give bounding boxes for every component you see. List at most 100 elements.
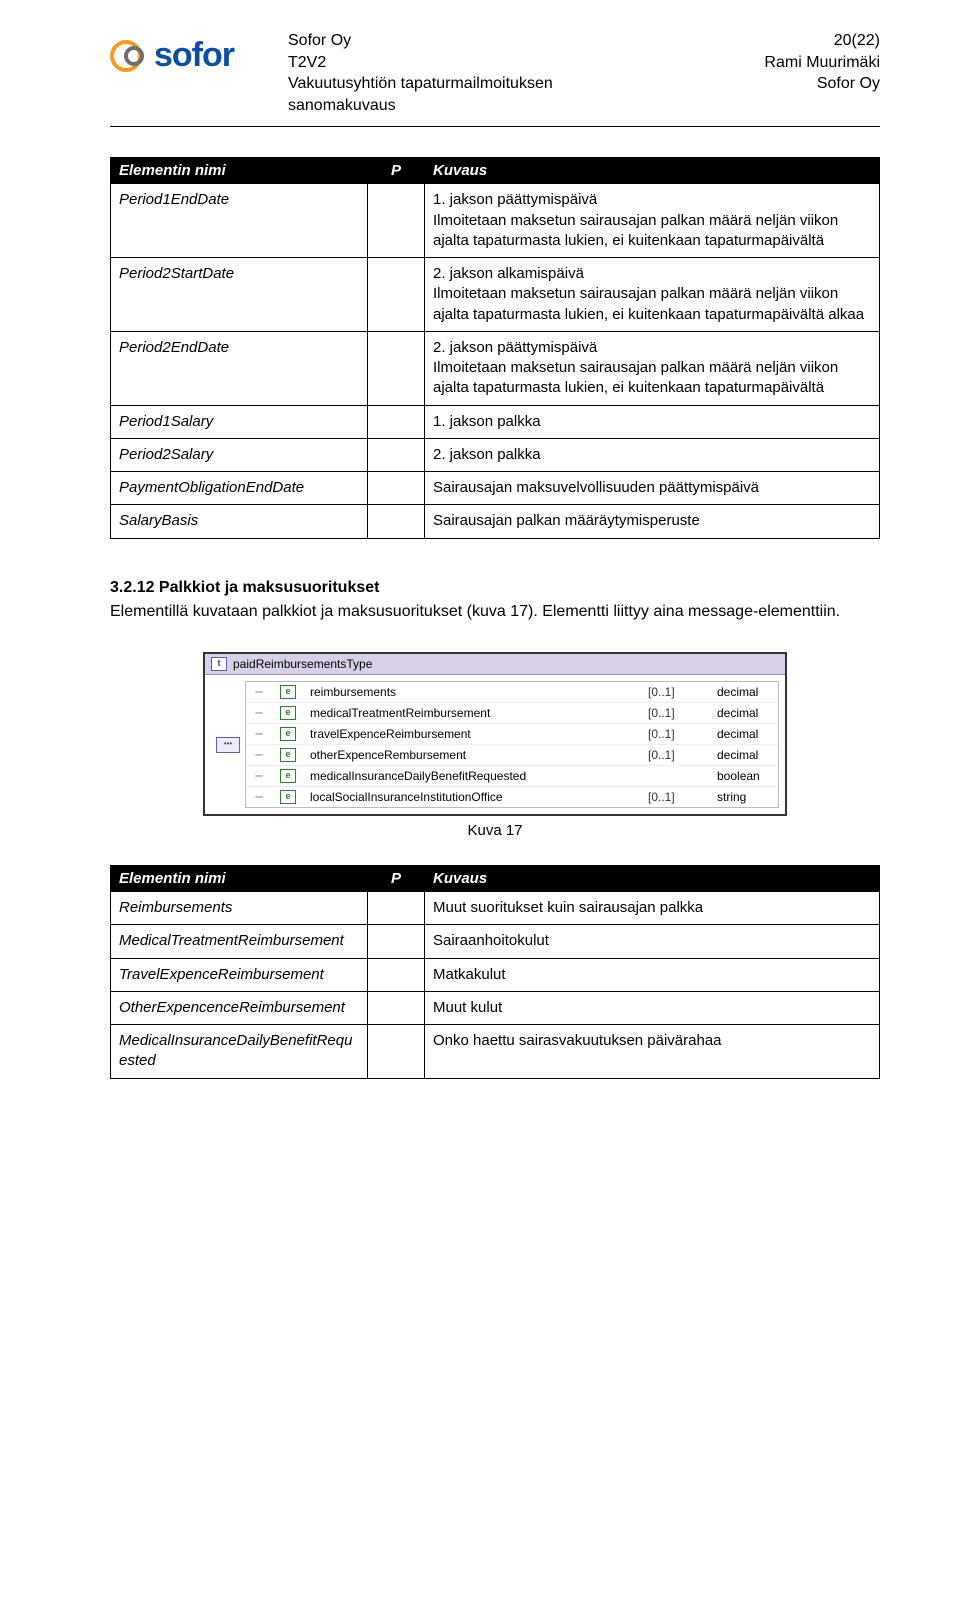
element-p (368, 438, 425, 471)
element-name: SalaryBasis (111, 505, 368, 538)
branch-icon: ─ (252, 748, 266, 762)
col-header-p: P (368, 866, 425, 892)
author-name: Rami Muurimäki (764, 52, 880, 74)
schema-cardinality: [0..1] (648, 706, 703, 720)
element-desc: Onko haettu sairasvakuutuksen päivärahaa (425, 1025, 880, 1079)
schema-element-name: otherExpenceRembursement (310, 748, 634, 762)
schema-row: ─elocalSocialInsuranceInstitutionOffice[… (246, 786, 778, 807)
section-body: Elementillä kuvataan palkkiot ja maksusu… (110, 601, 880, 623)
element-p (368, 505, 425, 538)
element-desc: Muut kulut (425, 991, 880, 1024)
header-divider (110, 126, 880, 127)
schema-element-name: reimbursements (310, 685, 634, 699)
header-center: Sofor Oy T2V2 Vakuutusyhtiön tapaturmail… (254, 30, 744, 116)
element-name: Reimbursements (111, 892, 368, 925)
schema-cardinality: [0..1] (648, 685, 703, 699)
page-header: sofor Sofor Oy T2V2 Vakuutusyhtiön tapat… (110, 30, 880, 116)
table-row: Period1EndDate 1. jakson päättymispäivä I… (111, 184, 880, 258)
branch-icon: ─ (252, 727, 266, 741)
branch-icon: ─ (252, 769, 266, 783)
col-header-p: P (368, 158, 425, 184)
schema-element-list: ─ e reimbursements [0..1] decimal ─ e medicalTr… (245, 681, 779, 808)
element-name: TravelExpenceReimbursement (111, 958, 368, 991)
branch-icon: ─ (252, 706, 266, 720)
schema-element-name: medicalTreatmentReimbursement (310, 706, 634, 720)
elements-table-2: Elementin nimi P Kuvaus ReimbursementsMu… (110, 865, 880, 1079)
branch-icon: ─ (252, 685, 266, 699)
schema-element-name: medicalInsuranceDailyBenefitRequested (310, 769, 634, 783)
doc-title-2: sanomakuvaus (288, 95, 744, 117)
doc-code: T2V2 (288, 52, 744, 74)
table-row: Period2EndDate 2. jakson päättymispäivä I… (111, 331, 880, 405)
element-desc: Muut suoritukset kuin sairausajan palkka (425, 892, 880, 925)
table-row: PaymentObligationEndDateSairausajan maks… (111, 472, 880, 505)
table-row: OtherExpencenceReimbursement Muut kulut (111, 991, 880, 1024)
elements-table-1: Elementin nimi P Kuvaus Period1EndDate1.… (110, 157, 880, 538)
brand-text: sofor (154, 36, 234, 75)
schema-type: string (717, 790, 772, 804)
element-desc: 2. jakson palkka (425, 438, 880, 471)
schema-rail: ••• (211, 681, 245, 808)
element-icon: e (280, 748, 296, 762)
schema-type: boolean (717, 769, 772, 783)
element-desc: Sairaanhoitokulut (425, 925, 880, 958)
logo-mark-icon (110, 40, 148, 72)
element-p (368, 331, 425, 405)
branch-icon: ─ (252, 790, 266, 804)
element-desc: Matkakulut (425, 958, 880, 991)
schema-title-bar: t paidReimbursementsType (205, 654, 785, 675)
element-icon: e (280, 727, 296, 741)
schema-element-name: travelExpenceReimbursement (310, 727, 634, 741)
element-desc: 2. jakson päättymispäivä Ilmoitetaan mak… (425, 331, 880, 405)
schema-element-name: localSocialInsuranceInstitutionOffice (310, 790, 634, 804)
table-row: Period1Salary 1. jakson palkka (111, 405, 880, 438)
figure-caption: Kuva 17 (110, 822, 880, 839)
table-row: Period2Salary 2. jakson palkka (111, 438, 880, 471)
element-name: Period2Salary (111, 438, 368, 471)
col-header-desc: Kuvaus (425, 866, 880, 892)
doc-title-1: Vakuutusyhtiön tapaturmailmoituksen (288, 73, 744, 95)
section-heading: 3.2.12 Palkkiot ja maksusuoritukset (110, 579, 880, 597)
table-row: SalaryBasisSairausajan palkan määräytymi… (111, 505, 880, 538)
schema-type: decimal (717, 748, 772, 762)
element-name: Period2EndDate (111, 331, 368, 405)
element-p (368, 1025, 425, 1079)
element-icon: e (280, 790, 296, 804)
schema-row: ─ e travelExpenceReimbursement [0..1] decima… (246, 723, 778, 744)
element-desc: 1. jakson palkka (425, 405, 880, 438)
table-row: MedicalTreatmentReimbursement Sairaanhoit… (111, 925, 880, 958)
type-icon: t (211, 657, 227, 671)
schema-diagram: t paidReimbursementsType ••• ─ e reimburse… (203, 652, 787, 816)
author-company: Sofor Oy (764, 73, 880, 95)
table-row: TravelExpenceReimbursement Matkakulut (111, 958, 880, 991)
element-p (368, 405, 425, 438)
element-name: Period1EndDate (111, 184, 368, 258)
element-icon: e (280, 685, 296, 699)
schema-type: decimal (717, 706, 772, 720)
element-icon: e (280, 706, 296, 720)
col-header-desc: Kuvaus (425, 158, 880, 184)
logo: sofor (110, 30, 234, 75)
element-name: MedicalTreatmentReimbursement (111, 925, 368, 958)
schema-cardinality: [0..1] (648, 727, 703, 741)
schema-cardinality: [0..1] (648, 748, 703, 762)
schema-type: decimal (717, 727, 772, 741)
schema-type-name: paidReimbursementsType (233, 657, 372, 671)
element-name: MedicalInsuranceDailyBenefitRequested (111, 1025, 368, 1079)
schema-row: ─ e medicalInsuranceDailyBenefitRequested b… (246, 765, 778, 786)
company-name: Sofor Oy (288, 30, 744, 52)
element-p (368, 258, 425, 332)
element-icon: e (280, 769, 296, 783)
page-number: 20(22) (764, 30, 880, 52)
schema-row: ─ e medicalTreatmentReimbursement [0..1] dec… (246, 702, 778, 723)
element-p (368, 472, 425, 505)
element-name: OtherExpencenceReimbursement (111, 991, 368, 1024)
table-row: Period2StartDate 2. jakson alkamispäivä I… (111, 258, 880, 332)
element-desc: Sairausajan maksuvelvollisuuden päättymi… (425, 472, 880, 505)
header-right: 20(22) Rami Muurimäki Sofor Oy (764, 30, 880, 95)
element-desc: 2. jakson alkamispäivä Ilmoitetaan makse… (425, 258, 880, 332)
schema-row: ─ e otherExpenceRembursement [0..1] decimal (246, 744, 778, 765)
element-name: Period1Salary (111, 405, 368, 438)
element-name: Period2StartDate (111, 258, 368, 332)
element-desc: 1. jakson päättymispäivä Ilmoitetaan mak… (425, 184, 880, 258)
